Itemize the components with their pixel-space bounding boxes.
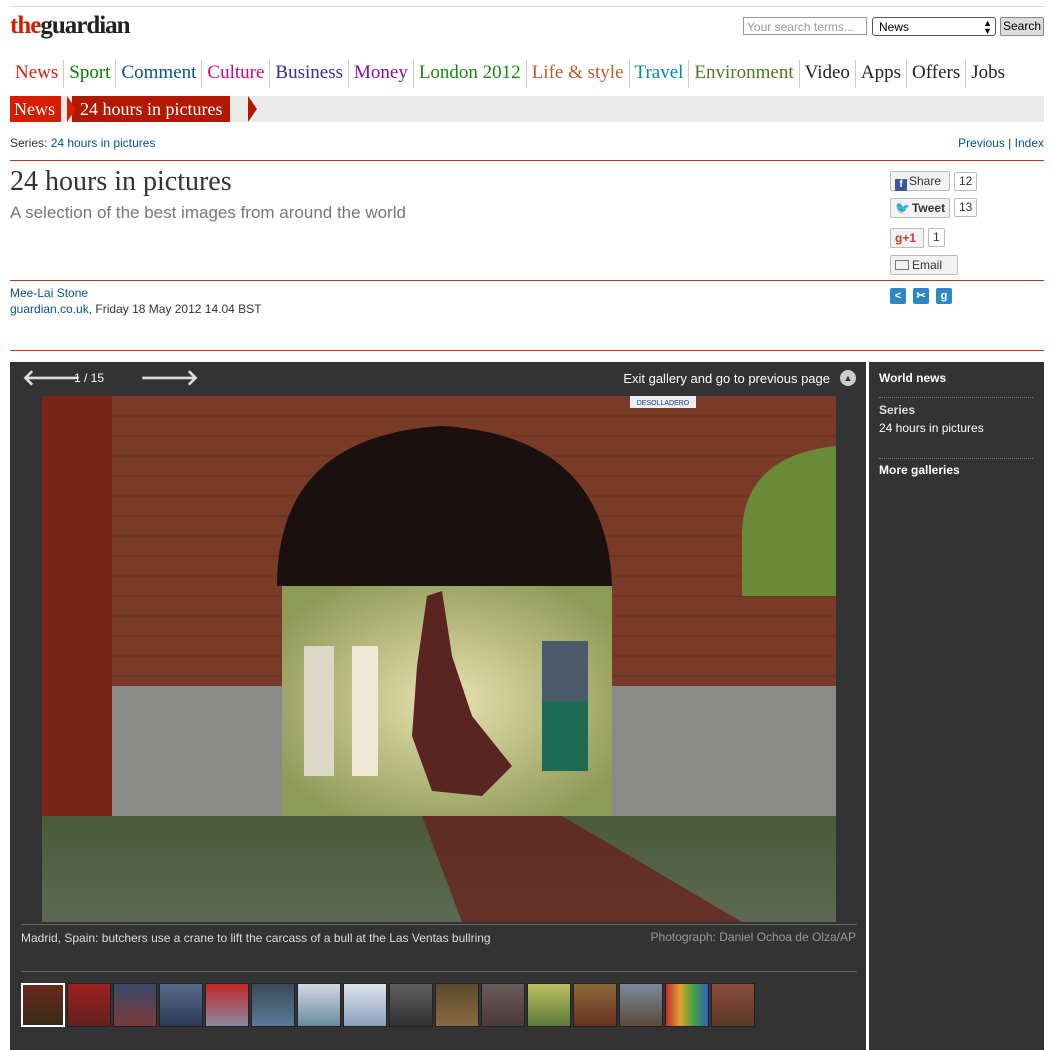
sidebar-series-label: Series	[879, 403, 916, 417]
share-icon[interactable]: <	[890, 288, 906, 304]
thumbnail-6[interactable]	[251, 983, 295, 1027]
series-link[interactable]: 24 hours in pictures	[51, 136, 156, 150]
previous-link[interactable]: Previous	[958, 136, 1005, 150]
thumbnail-strip	[21, 983, 755, 1029]
exit-gallery-link[interactable]: Exit gallery and go to previous page	[623, 371, 830, 386]
photo-credit: Photograph: Daniel Ochoa de Olza/AP	[650, 930, 856, 944]
divider	[10, 160, 1044, 161]
section-link-world-news[interactable]: World news	[879, 371, 946, 385]
facebook-share-button[interactable]: f Share	[890, 171, 950, 191]
more-galleries-link[interactable]: More galleries	[879, 463, 960, 477]
thumbnail-1[interactable]	[21, 983, 65, 1027]
divider	[10, 280, 1044, 281]
breadcrumb-series[interactable]: 24 hours in pictures	[72, 96, 231, 122]
thumbnail-3[interactable]	[113, 983, 157, 1027]
sidebar-divider	[879, 458, 1033, 459]
breadcrumb-end-chevron-icon	[248, 96, 257, 122]
gallery-panel: 🡐 1 / 15 🡒 Exit gallery and go to previo…	[10, 362, 866, 1050]
main-nav: News Sport Comment Culture Business Money Lond…	[10, 60, 1010, 88]
byline: Mee-Lai Stone guardian.co.uk, Friday 18 …	[10, 285, 262, 317]
nav-sport[interactable]: Sport	[63, 60, 115, 88]
tweet-count: 13	[954, 198, 978, 217]
bullring-photo: DESOLLADERO	[42, 396, 836, 922]
envelope-icon	[895, 260, 909, 270]
facebook-icon: f	[895, 179, 907, 191]
thumbnail-14[interactable]	[619, 983, 663, 1027]
nav-apps[interactable]: Apps	[854, 60, 906, 88]
plus-one-count: 1	[928, 228, 945, 247]
thumbnail-9[interactable]	[389, 983, 433, 1027]
breadcrumb-chevron-icon	[67, 96, 76, 122]
scissors-clip-icon[interactable]: ✂	[913, 288, 929, 304]
guardian-g-icon[interactable]: g	[936, 288, 952, 304]
search-scope-select[interactable]: News ▲ ▼	[872, 17, 996, 36]
nav-news[interactable]: News	[10, 60, 63, 88]
thumbnail-8[interactable]	[343, 983, 387, 1027]
nav-offers[interactable]: Offers	[906, 60, 965, 88]
nav-london-2012[interactable]: London 2012	[412, 60, 526, 88]
thumbnail-15[interactable]	[665, 983, 709, 1027]
desolladero-sign: DESOLLADERO	[637, 400, 690, 407]
thumbnail-11[interactable]	[481, 983, 525, 1027]
search-scope-value: News	[879, 20, 910, 34]
thumbs-divider	[21, 971, 857, 972]
twitter-bird-icon: 🐦	[895, 201, 910, 215]
thumbnail-7[interactable]	[297, 983, 341, 1027]
breadcrumb: News 24 hours in pictures	[10, 96, 1044, 122]
nav-video[interactable]: Video	[798, 60, 855, 88]
site-link[interactable]: guardian.co.uk	[10, 302, 89, 316]
select-arrows-icon: ▲ ▼	[983, 18, 992, 36]
thumbnail-12[interactable]	[527, 983, 571, 1027]
guardian-logo[interactable]: theguardian	[10, 12, 131, 40]
photo-caption: Madrid, Spain: butchers use a crane to l…	[21, 931, 491, 945]
next-arrow-icon[interactable]: 🡒	[140, 366, 199, 390]
page-title: 24 hours in pictures	[10, 166, 232, 197]
gallery-counter: 1 / 15	[74, 371, 105, 385]
sidebar-divider	[879, 397, 1033, 398]
nav-environment[interactable]: Environment	[688, 60, 798, 88]
previous-arrow-icon[interactable]: 🡐	[22, 366, 81, 390]
share-count: 12	[954, 172, 978, 191]
email-button[interactable]: Email	[890, 255, 958, 275]
gallery-sidebar: World news Series 24 hours in pictures M…	[869, 362, 1044, 1050]
tweet-button[interactable]: 🐦 Tweet	[890, 198, 950, 218]
nav-culture[interactable]: Culture	[201, 60, 269, 88]
thumbnail-13[interactable]	[573, 983, 617, 1027]
caption-divider	[21, 924, 857, 925]
prev-index-links: Previous | Index	[958, 136, 1044, 150]
gallery-photo[interactable]: DESOLLADERO	[42, 396, 836, 922]
thumbnail-4[interactable]	[159, 983, 203, 1027]
standfirst: A selection of the best images from arou…	[10, 203, 406, 222]
breadcrumb-news[interactable]: News	[10, 96, 61, 122]
logo-text: guardian	[40, 12, 130, 39]
divider	[10, 350, 1044, 351]
nav-jobs[interactable]: Jobs	[965, 60, 1010, 88]
nav-life-style[interactable]: Life & style	[525, 60, 629, 88]
gallery-nav: 🡐 1 / 15 🡒 Exit gallery and go to previo…	[10, 362, 866, 396]
nav-comment[interactable]: Comment	[115, 60, 201, 88]
google-plus-one-button[interactable]: g+1	[890, 228, 924, 248]
thumbnail-2[interactable]	[67, 983, 111, 1027]
series-prefix: Series:	[10, 136, 48, 150]
eject-icon[interactable]: ▲	[840, 370, 856, 386]
sidebar-series-link[interactable]: 24 hours in pictures	[879, 421, 984, 435]
nav-travel[interactable]: Travel	[628, 60, 689, 88]
series-line: Series: 24 hours in pictures	[10, 136, 155, 150]
thumbnail-5[interactable]	[205, 983, 249, 1027]
index-link[interactable]: Index	[1015, 136, 1044, 150]
search-button[interactable]: Search	[1000, 17, 1044, 36]
top-rule	[10, 6, 1044, 7]
publish-date: , Friday 18 May 2012 14.04 BST	[88, 302, 262, 316]
nav-money[interactable]: Money	[348, 60, 413, 88]
thumbnail-16[interactable]	[711, 983, 755, 1027]
search-input[interactable]: Your search terms...	[743, 17, 867, 35]
author-link[interactable]: Mee-Lai Stone	[10, 286, 88, 300]
thumbnail-10[interactable]	[435, 983, 479, 1027]
nav-business[interactable]: Business	[269, 60, 348, 88]
link-separator: |	[1008, 136, 1012, 150]
